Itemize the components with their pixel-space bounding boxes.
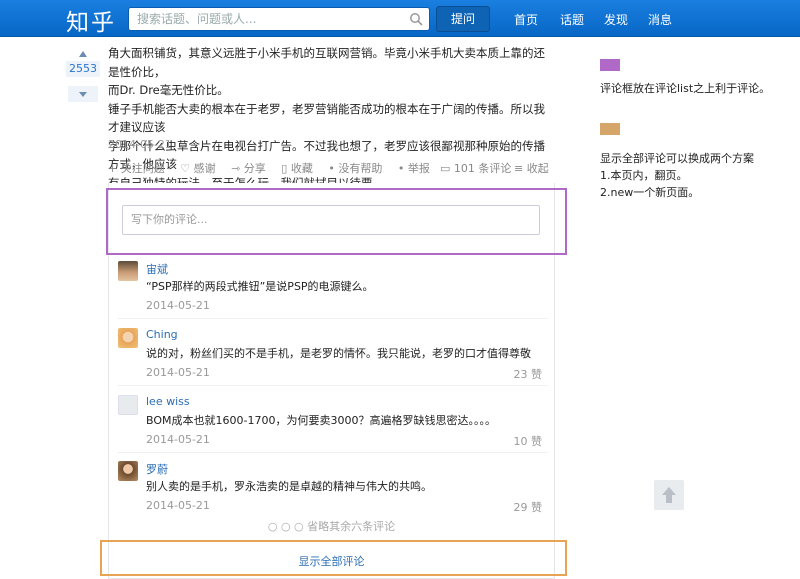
nav-home[interactable]: 首页	[514, 11, 538, 28]
downvote-icon[interactable]	[68, 86, 98, 102]
orange-legend-swatch	[600, 123, 620, 135]
annotation-note-option-b: 2.new一个新页面。	[600, 186, 700, 199]
answer-actions: + 关注问题 ♡ 感谢 ⇾ 分享 ▯ 收藏 • 没有帮助 • 举报	[108, 160, 442, 176]
comment-author[interactable]: 宙斌	[146, 261, 168, 277]
answer-line: 而Dr. Dre毫无性价比。	[108, 83, 229, 97]
comment-text: “PSP那样的两段式推钮”是说PSP的电源键么。	[146, 280, 374, 293]
answer-line: 锤子手机能否大卖的根本在于老罗，老罗营销能否成功的根本在于广阔的传播。所以我才建…	[108, 101, 545, 135]
comments-count-link[interactable]: ▭ 101 条评论	[440, 160, 511, 176]
avatar[interactable]	[118, 261, 138, 281]
follow-question-link[interactable]: + 关注问题	[108, 162, 165, 175]
omitted-comments-note: ○ ○ ○ 省略其余六条评论	[267, 520, 396, 533]
share-link[interactable]: ⇾ 分享	[231, 162, 266, 175]
annotation-frame-comment-box	[106, 188, 567, 255]
comment-likes[interactable]: 23 赞	[514, 366, 543, 382]
comment-likes[interactable]: 10 赞	[514, 433, 543, 449]
back-to-top-icon[interactable]	[654, 480, 684, 510]
comment-author[interactable]: 罗蔚	[146, 461, 168, 477]
annotation-note-comment-box: 评论框放在评论list之上利于评论。	[600, 82, 771, 95]
report-link[interactable]: • 举报	[398, 162, 430, 175]
ask-button[interactable]: 提问	[436, 6, 490, 32]
divider	[118, 452, 548, 453]
top-navbar: 知乎 提问 首页 话题 发现 消息	[0, 0, 800, 37]
comment-author[interactable]: Ching	[146, 328, 178, 341]
logo[interactable]: 知乎	[66, 3, 116, 37]
no-help-link[interactable]: • 没有帮助	[328, 162, 382, 175]
collect-link[interactable]: ▯ 收藏	[281, 162, 313, 175]
comment-likes[interactable]: 29 赞	[514, 499, 543, 515]
comment-date: 2014-05-21	[146, 433, 210, 446]
avatar[interactable]	[118, 395, 138, 415]
collapse-link[interactable]: ≡ 收起	[514, 160, 549, 176]
upvote-icon[interactable]	[68, 46, 98, 60]
vote-count[interactable]: 2553	[66, 61, 100, 77]
comment-date: 2014-05-21	[146, 366, 210, 379]
nav-topics[interactable]: 话题	[560, 11, 584, 28]
divider	[118, 385, 548, 386]
answer-date[interactable]: 2014-05-21	[108, 138, 172, 151]
nav-messages[interactable]: 消息	[648, 11, 672, 28]
comment-author[interactable]: lee wiss	[146, 395, 190, 408]
search-box[interactable]	[128, 7, 430, 31]
annotation-note-option-a: 1.本页内，翻页。	[600, 169, 688, 182]
purple-legend-swatch	[600, 59, 620, 71]
avatar[interactable]	[118, 328, 138, 348]
search-input[interactable]	[129, 8, 399, 30]
annotation-frame-show-all	[100, 540, 567, 576]
annotation-note-title: 显示全部评论可以换成两个方案	[600, 152, 754, 165]
comment-text: BOM成本也就1600-1700，为何要卖3000？高遍格罗缺钱思密达。。。。	[146, 414, 496, 427]
answer-line: 角大面积铺货，其意义远胜于小米手机的互联网营销。毕竟小米手机大卖本质上靠的还是性…	[108, 46, 545, 79]
avatar[interactable]	[118, 461, 138, 481]
comment-date: 2014-05-21	[146, 299, 210, 312]
thanks-link[interactable]: ♡ 感谢	[180, 162, 215, 175]
divider	[118, 318, 548, 319]
nav-discover[interactable]: 发现	[604, 11, 628, 28]
comment-text: 说的对，粉丝们买的不是手机，是老罗的情怀。我只能说，老罗的口才值得尊敬	[146, 347, 531, 360]
comment-date: 2014-05-21	[146, 499, 210, 512]
comment-text: 别人卖的是手机，罗永浩卖的是卓越的精神与伟大的共鸣。	[146, 480, 432, 493]
search-icon[interactable]	[409, 12, 423, 26]
